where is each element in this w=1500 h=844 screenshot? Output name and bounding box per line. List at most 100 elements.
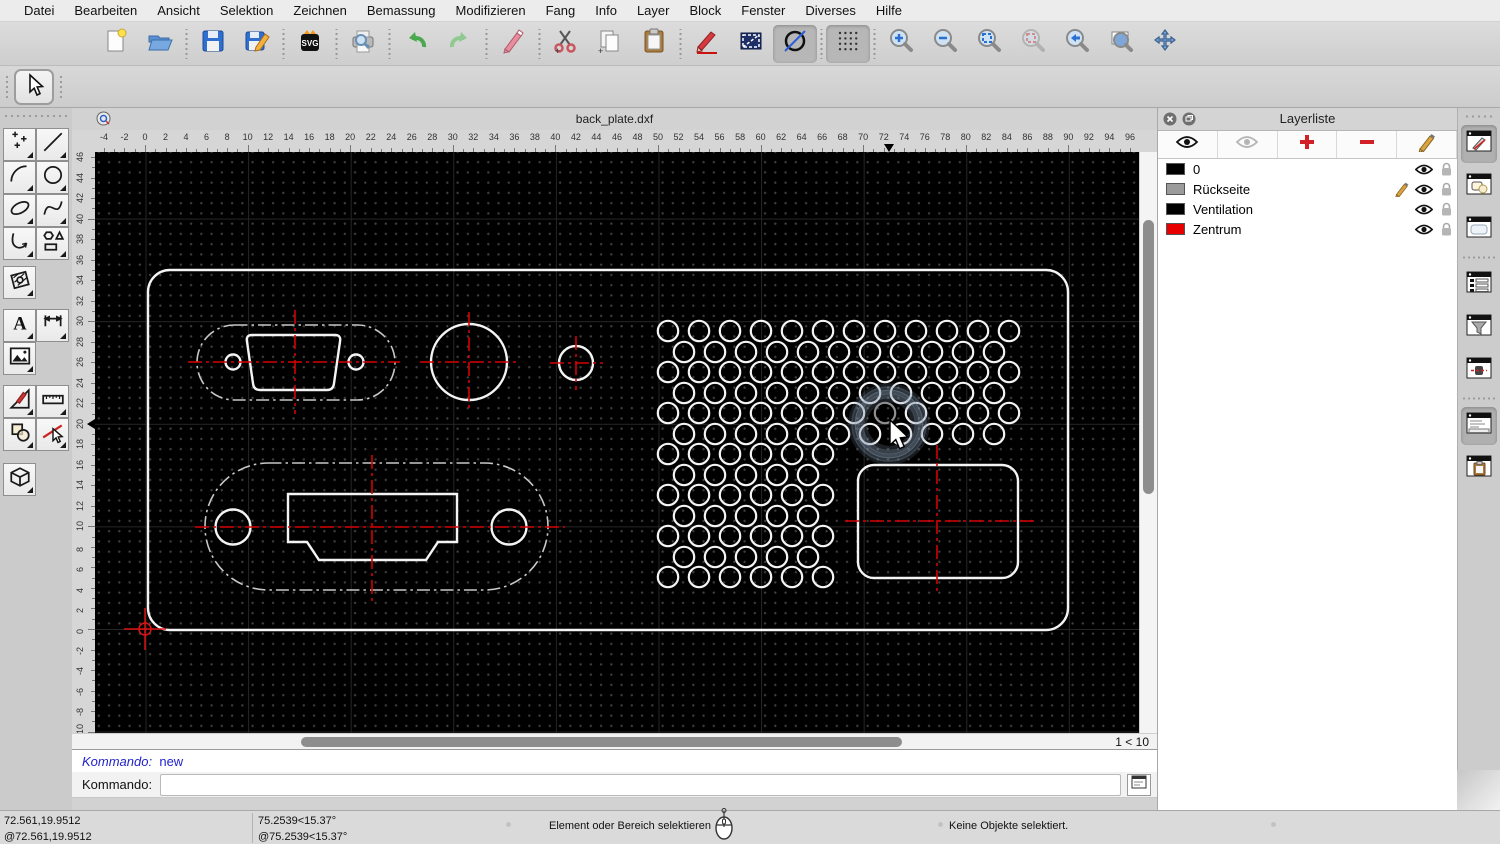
cad-vent-hole[interactable] — [842, 360, 866, 384]
image-tool-button[interactable] — [3, 342, 36, 375]
open-file-button[interactable] — [138, 25, 182, 63]
menu-modifizieren[interactable]: Modifizieren — [446, 0, 536, 22]
text-tool-button[interactable]: A — [3, 309, 36, 342]
cad-vent-hole[interactable] — [796, 504, 820, 528]
dock-blocks-window-button[interactable] — [1461, 168, 1497, 206]
cad-vent-hole[interactable] — [796, 422, 820, 446]
cad-vent-hole[interactable] — [780, 483, 804, 507]
cad-vent-hole[interactable] — [703, 422, 727, 446]
cad-vent-hole[interactable] — [780, 319, 804, 343]
cad-vent-hole[interactable] — [982, 422, 1006, 446]
cad-vent-hole[interactable] — [656, 360, 680, 384]
dock-clipboard-window-button[interactable] — [1461, 450, 1497, 488]
cad-vent-hole[interactable] — [920, 381, 944, 405]
cad-vent-hole[interactable] — [780, 442, 804, 466]
select-entity-tool-button[interactable] — [36, 418, 69, 451]
horizontal-scrollbar-thumb[interactable] — [301, 737, 902, 747]
layer-row-zentrum[interactable]: Zentrum — [1158, 219, 1457, 239]
cad-vent-hole[interactable] — [827, 422, 851, 446]
cad-vent-hole[interactable] — [935, 360, 959, 384]
cad-vent-hole[interactable] — [734, 381, 758, 405]
palette-drag-handle[interactable] — [5, 112, 67, 120]
cad-vent-hole[interactable] — [734, 545, 758, 569]
cad-vent-hole[interactable] — [687, 360, 711, 384]
vertical-scrollbar-thumb[interactable] — [1143, 220, 1154, 494]
pointer-tool-button[interactable] — [14, 69, 54, 105]
menu-datei[interactable]: Datei — [14, 0, 64, 22]
command-console-button[interactable] — [1127, 773, 1151, 796]
add-layer-button[interactable] — [1278, 131, 1338, 158]
save-file-button[interactable] — [191, 25, 235, 63]
zoom-previous-button[interactable] — [1055, 25, 1099, 63]
cad-vent-hole[interactable] — [780, 401, 804, 425]
pen-edit-button[interactable] — [685, 25, 729, 63]
cad-vent-hole[interactable] — [765, 422, 789, 446]
cad-vent-hole[interactable] — [966, 360, 990, 384]
cad-vent-hole[interactable] — [796, 463, 820, 487]
cad-vent-hole[interactable] — [811, 360, 835, 384]
cad-vent-hole[interactable] — [997, 360, 1021, 384]
cad-vent-hole[interactable] — [780, 360, 804, 384]
zoom-in-button[interactable] — [879, 25, 923, 63]
cad-vent-hole[interactable] — [951, 381, 975, 405]
cad-vent-hole[interactable] — [873, 319, 897, 343]
ellipse-tool-button[interactable] — [3, 194, 36, 227]
layer-lock-icon[interactable] — [1435, 162, 1457, 177]
modify-tool-button[interactable] — [3, 385, 36, 418]
cad-vent-hole[interactable] — [904, 360, 928, 384]
cad-vent-hole[interactable] — [749, 401, 773, 425]
cad-vent-hole[interactable] — [935, 319, 959, 343]
blocks-tool-button[interactable] — [3, 418, 36, 451]
menu-selektion[interactable]: Selektion — [210, 0, 283, 22]
dock-plug-window-button[interactable] — [1461, 352, 1497, 390]
layer-row-rückseite[interactable]: Rückseite — [1158, 179, 1457, 199]
cad-vent-hole[interactable] — [718, 483, 742, 507]
cad-vent-hole[interactable] — [687, 565, 711, 589]
menu-hilfe[interactable]: Hilfe — [866, 0, 912, 22]
delete-pencil-button[interactable] — [491, 25, 535, 63]
cad-vent-hole[interactable] — [718, 524, 742, 548]
cad-vent-hole[interactable] — [858, 340, 882, 364]
line-tool-button[interactable] — [36, 128, 69, 161]
toolbar-drag-handle[interactable] — [3, 73, 11, 101]
cad-vent-hole[interactable] — [703, 463, 727, 487]
cad-vent-hole[interactable] — [982, 340, 1006, 364]
menu-fang[interactable]: Fang — [536, 0, 586, 22]
cad-vent-hole[interactable] — [966, 319, 990, 343]
cad-vent-hole[interactable] — [718, 442, 742, 466]
menu-block[interactable]: Block — [679, 0, 731, 22]
save-file-as-button[interactable] — [235, 25, 279, 63]
cad-vent-hole[interactable] — [703, 545, 727, 569]
cad-vent-hole[interactable] — [749, 360, 773, 384]
menu-bearbeiten[interactable]: Bearbeiten — [64, 0, 147, 22]
cad-solid-rect[interactable] — [146, 268, 1070, 632]
copy-button[interactable]: + — [588, 25, 632, 63]
cad-vent-hole[interactable] — [687, 442, 711, 466]
circle-tool-button[interactable] — [36, 161, 69, 194]
edit-layer-button[interactable] — [1397, 131, 1457, 158]
cad-vent-hole[interactable] — [997, 401, 1021, 425]
toolbar-drag-handle[interactable] — [57, 73, 65, 101]
cad-vent-hole[interactable] — [765, 381, 789, 405]
cad-vent-hole[interactable] — [656, 401, 680, 425]
horizontal-scrollbar[interactable]: 1 < 10 — [72, 733, 1157, 750]
menu-ansicht[interactable]: Ansicht — [147, 0, 210, 22]
cad-vent-hole[interactable] — [765, 340, 789, 364]
cad-vent-hole[interactable] — [920, 340, 944, 364]
cad-vent-hole[interactable] — [734, 504, 758, 528]
cad-vent-hole[interactable] — [734, 463, 758, 487]
cad-vent-hole[interactable] — [780, 524, 804, 548]
cad-vent-hole[interactable] — [827, 340, 851, 364]
zoom-out-button[interactable] — [923, 25, 967, 63]
measure-tool-button[interactable] — [36, 385, 69, 418]
cad-vent-hole[interactable] — [904, 319, 928, 343]
svg-export-button[interactable]: SVG — [288, 25, 332, 63]
menu-bemassung[interactable]: Bemassung — [357, 0, 446, 22]
cad-vent-hole[interactable] — [765, 463, 789, 487]
cad-vent-hole[interactable] — [811, 565, 835, 589]
select-window-button[interactable] — [729, 25, 773, 63]
layer-visibility-eye-icon[interactable] — [1413, 203, 1435, 216]
layer-visibility-eye-icon[interactable] — [1413, 183, 1435, 196]
cad-vent-hole[interactable] — [656, 483, 680, 507]
dimension-tool-button[interactable] — [36, 309, 69, 342]
